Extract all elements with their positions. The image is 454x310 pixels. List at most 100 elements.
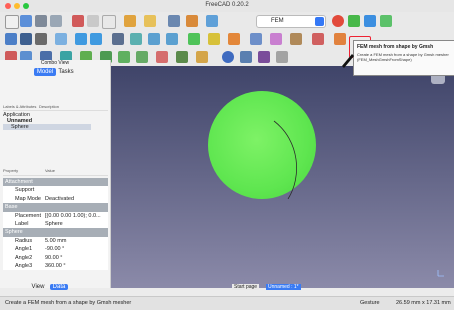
property-header-key: Property: [3, 168, 19, 173]
view-dimensions: 26.59 mm x 17.31 mm: [396, 300, 451, 306]
property-value[interactable]: Deactivated: [45, 195, 107, 203]
property-key: Label: [15, 220, 29, 227]
mouse-pointer-icon: [342, 54, 354, 68]
tree-object-sphere[interactable]: Sphere: [3, 124, 91, 130]
fem-warp-icon[interactable]: [258, 51, 270, 63]
forward-icon[interactable]: [90, 33, 102, 45]
toolbar-row-1: FEM: [0, 12, 454, 31]
fem-post-icon[interactable]: [176, 51, 188, 63]
tree-header-labels: Labels & Attributes: [3, 104, 37, 109]
property-row[interactable]: Angle1 -90.00 °: [3, 245, 108, 253]
recompute-icon[interactable]: [186, 15, 198, 27]
record-macro-icon[interactable]: [332, 15, 344, 27]
property-group: Attachment: [3, 178, 108, 187]
property-row[interactable]: Label Sphere: [3, 220, 108, 228]
property-group: Sphere: [3, 228, 108, 237]
workbench-selector[interactable]: FEM: [256, 15, 326, 28]
tab-data[interactable]: Data: [50, 284, 68, 290]
property-row[interactable]: Angle2 90.00 °: [3, 254, 108, 262]
property-row[interactable]: Placement [(0.00 0.00 1.00); 0.0...: [3, 212, 108, 220]
property-row[interactable]: Support: [3, 186, 108, 194]
copy-icon[interactable]: [87, 15, 99, 27]
model-tree: Application Unnamed Sphere: [3, 112, 108, 130]
status-bar: Create a FEM mesh from a shape by Gmsh m…: [0, 296, 454, 310]
property-key: Support: [15, 187, 35, 194]
fem-material-icon[interactable]: [208, 33, 220, 45]
tab-tasks[interactable]: Tasks: [57, 68, 75, 76]
property-key: Angle1: [15, 246, 33, 253]
combo-view-title: Combo View: [40, 60, 70, 66]
tooltip-command: (FEM_MeshGmshFromShape): [357, 56, 412, 62]
property-editor: Attachment Support Map Mode Deactivated B…: [3, 178, 108, 271]
front-view-icon[interactable]: [130, 33, 142, 45]
fem-analysis-icon[interactable]: [188, 33, 200, 45]
tab-unnamed[interactable]: Unnamed : 1*: [266, 284, 301, 290]
tab-view[interactable]: View: [28, 284, 48, 290]
cut-icon[interactable]: [72, 15, 84, 27]
draw-style-icon[interactable]: [35, 33, 47, 45]
property-value[interactable]: 360.00 °: [45, 262, 107, 270]
fem-temperature-icon[interactable]: [312, 33, 324, 45]
title-bar: FreeCAD 0.20.2: [0, 0, 454, 12]
property-value[interactable]: [(0.00 0.00 1.00); 0.0...: [45, 212, 107, 220]
workbench-label: FEM: [271, 18, 284, 24]
save-as-icon[interactable]: [50, 15, 62, 27]
property-header: Property Value: [3, 168, 108, 176]
status-message: Create a FEM mesh from a shape by Gmsh m…: [5, 300, 132, 306]
fit-all-icon[interactable]: [5, 33, 17, 45]
redo-icon[interactable]: [144, 15, 156, 27]
fem-glyph-icon[interactable]: [276, 51, 288, 63]
tree-header: Labels & Attributes Description: [3, 104, 108, 111]
fem-solver-run-icon[interactable]: [118, 51, 130, 63]
refresh-icon[interactable]: [168, 15, 180, 27]
fem-displacement-icon[interactable]: [290, 33, 302, 45]
property-row[interactable]: Radius 5.00 mm: [3, 237, 108, 245]
open-folder-icon[interactable]: [20, 15, 32, 27]
sphere-edge-icon: [273, 120, 298, 199]
navigation-style[interactable]: Gesture: [360, 300, 380, 306]
fem-clip-icon[interactable]: [196, 51, 208, 63]
whats-this-icon[interactable]: [206, 15, 218, 27]
tooltip: FEM mesh from shape by Gmsh Create a FEM…: [353, 40, 454, 76]
tab-model[interactable]: Model: [34, 68, 56, 76]
fem-purge-icon[interactable]: [156, 51, 168, 63]
property-key: Angle3: [15, 262, 33, 269]
save-icon[interactable]: [35, 15, 47, 27]
new-document-icon[interactable]: [5, 15, 19, 29]
bounding-box-icon[interactable]: [55, 33, 67, 45]
property-value[interactable]: Sphere: [45, 220, 107, 228]
property-value[interactable]: -90.00 °: [45, 245, 107, 253]
property-group: Base: [3, 203, 108, 212]
property-value[interactable]: 90.00 °: [45, 254, 107, 262]
property-key: Placement: [15, 212, 41, 219]
fem-mesh-icon[interactable]: [334, 33, 346, 45]
tooltip-body: Create a FEM mesh from a shape by Gmsh m…: [357, 52, 452, 62]
stop-macro-icon[interactable]: [348, 15, 360, 27]
paste-icon[interactable]: [102, 15, 116, 29]
fem-load-icon[interactable]: [270, 33, 282, 45]
property-key: Radius: [15, 237, 33, 244]
right-view-icon[interactable]: [166, 33, 178, 45]
close-panel-icon[interactable]: [2, 60, 8, 66]
tooltip-title: FEM mesh from shape by Gmsh: [357, 44, 434, 50]
fem-sphere-filter-icon[interactable]: [222, 51, 234, 63]
back-icon[interactable]: [75, 33, 87, 45]
tree-header-description: Description: [39, 104, 60, 109]
macros-icon[interactable]: [364, 15, 376, 27]
isometric-view-icon[interactable]: [112, 33, 124, 45]
top-view-icon[interactable]: [148, 33, 160, 45]
property-header-value: Value: [45, 168, 55, 173]
fem-solver-setup-icon[interactable]: [136, 51, 148, 63]
execute-macro-icon[interactable]: [380, 15, 392, 27]
property-value[interactable]: 5.00 mm: [45, 237, 107, 245]
fem-cut-icon[interactable]: [240, 51, 252, 63]
window-title: FreeCAD 0.20.2: [205, 2, 249, 8]
fem-constraint-icon[interactable]: [228, 33, 240, 45]
fit-selection-icon[interactable]: [20, 33, 32, 45]
tab-start-page[interactable]: Start page: [232, 284, 260, 290]
fem-geometry-icon[interactable]: [250, 33, 262, 45]
property-row[interactable]: Angle3 360.00 °: [3, 262, 108, 270]
property-key: Map Mode: [15, 195, 41, 202]
property-row[interactable]: Map Mode Deactivated: [3, 195, 108, 203]
undo-icon[interactable]: [124, 15, 136, 27]
